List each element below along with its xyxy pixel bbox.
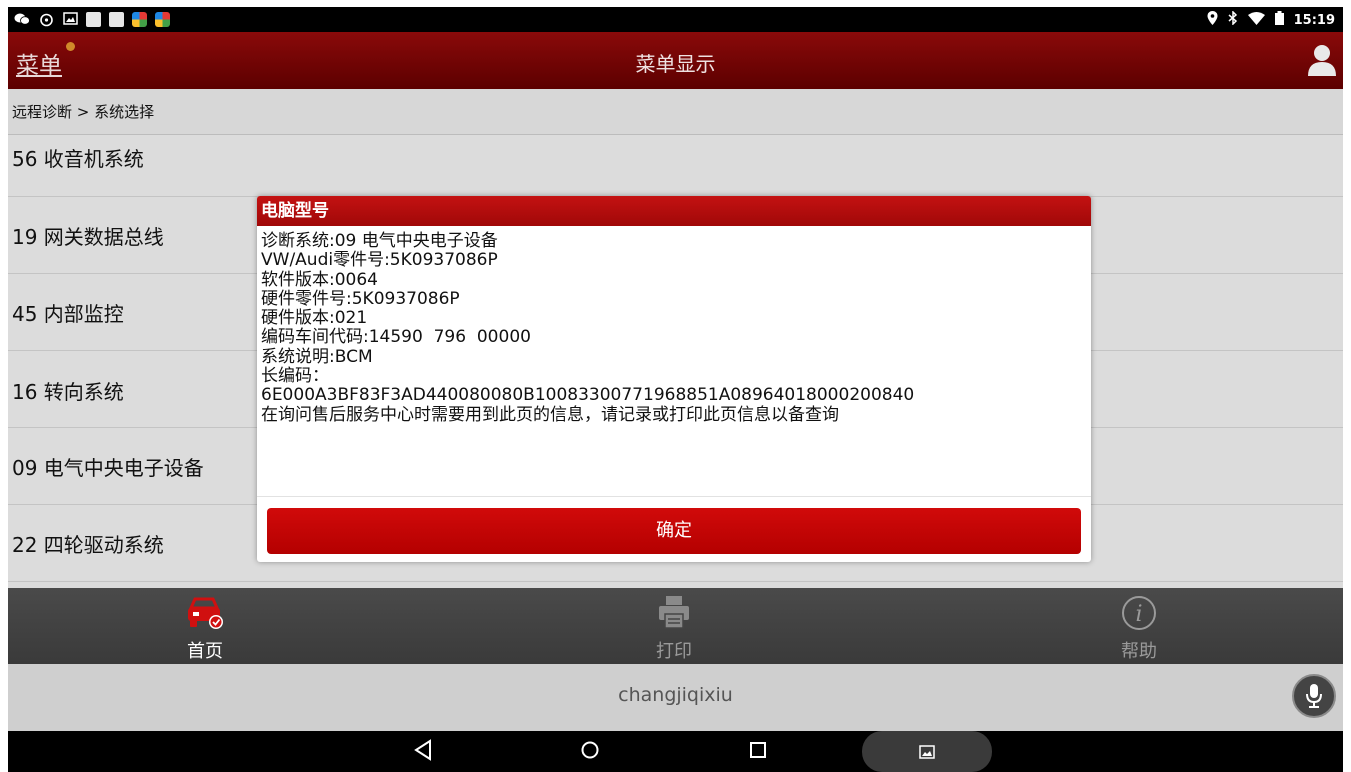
input-text[interactable]: changjiqixiu <box>8 684 1343 706</box>
nav-help-label: 帮助 <box>1121 641 1157 662</box>
list-item-label: 45 内部监控 <box>12 302 124 326</box>
input-bar: changjiqixiu <box>8 664 1343 731</box>
list-item-label: 22 四轮驱动系统 <box>12 533 164 557</box>
list-item-label: 09 电气中央电子设备 <box>12 456 204 480</box>
breadcrumb: 远程诊断 > 系统选择 <box>8 89 1343 135</box>
status-left-icons <box>14 12 170 27</box>
dialog-line: 软件版本:0064 <box>261 269 378 290</box>
list-item-label: 16 转向系统 <box>12 380 124 404</box>
back-icon[interactable] <box>413 739 433 765</box>
printer-icon <box>657 594 691 634</box>
image-icon <box>62 12 78 27</box>
app-header: 菜单 菜单显示 <box>8 32 1343 89</box>
dialog-divider <box>257 496 1091 497</box>
nav-print[interactable]: 打印 <box>604 588 744 664</box>
home-icon[interactable] <box>580 739 600 765</box>
dialog-line: 诊断系统:09 电气中央电子设备 <box>261 231 498 251</box>
app-icon <box>132 12 147 27</box>
page-title: 菜单显示 <box>635 52 716 76</box>
dialog-line: 在询问售后服务中心时需要用到此页的信息，请记录或打印此页信息以备查询 <box>261 404 839 425</box>
bluetooth-icon <box>1228 10 1238 29</box>
nav-home-label: 首页 <box>187 641 223 662</box>
dialog-line: 系统说明:BCM <box>261 346 373 367</box>
screenshot-button[interactable] <box>862 731 992 772</box>
dialog-line: 硬件零件号:5K0937086P <box>261 288 460 309</box>
list-item[interactable]: 56 收音机系统 <box>8 135 1343 197</box>
device-screen: 15:19 菜单 菜单显示 远程诊断 > 系统选择 56 收音机系统 19 网关… <box>8 7 1343 772</box>
wechat-icon <box>14 12 30 27</box>
square-icon <box>86 12 101 27</box>
ecu-info-dialog: 电脑型号 诊断系统:09 电气中央电子设备 VW/Audi零件号:5K09370… <box>257 196 1091 562</box>
dialog-line: 6E000A3BF83F3AD440080080B100833007719688… <box>261 385 915 406</box>
dialog-title: 电脑型号 <box>257 196 1091 226</box>
nav-print-label: 打印 <box>656 641 692 662</box>
status-time: 15:19 <box>1293 12 1335 28</box>
app-icon <box>155 12 170 27</box>
system-nav-bar <box>8 731 1343 772</box>
wifi-icon <box>1247 11 1265 29</box>
info-icon: i <box>1120 594 1158 636</box>
dialog-body: 诊断系统:09 电气中央电子设备 VW/Audi零件号:5K0937086P 软… <box>257 226 1091 495</box>
svg-text:i: i <box>1135 602 1142 627</box>
car-home-icon <box>185 594 225 634</box>
bottom-nav: 首页 打印 i 帮助 <box>8 588 1343 664</box>
list-item-label: 19 网关数据总线 <box>12 225 164 249</box>
battery-icon <box>1274 11 1284 29</box>
recents-icon[interactable] <box>748 739 768 765</box>
dialog-line: VW/Audi零件号:5K0937086P <box>261 250 498 271</box>
status-bar: 15:19 <box>8 7 1343 32</box>
screenshot-icon <box>919 744 935 763</box>
list-item-label: 56 收音机系统 <box>12 147 144 171</box>
user-icon[interactable] <box>1307 44 1337 76</box>
microphone-button[interactable] <box>1292 674 1336 718</box>
dialog-line: 硬件版本:021 <box>261 308 368 329</box>
nav-home[interactable]: 首页 <box>135 588 275 664</box>
location-icon <box>1207 11 1218 29</box>
dialog-line: 长编码： <box>261 366 329 387</box>
nav-help[interactable]: i 帮助 <box>1069 588 1209 664</box>
ok-button[interactable]: 确定 <box>267 508 1081 554</box>
square-icon <box>109 12 124 27</box>
notification-icon <box>38 12 54 27</box>
status-right-icons: 15:19 <box>1207 10 1335 29</box>
dialog-line: 编码车间代码:14590 796 00000 <box>261 327 531 348</box>
microphone-icon <box>1305 683 1323 713</box>
